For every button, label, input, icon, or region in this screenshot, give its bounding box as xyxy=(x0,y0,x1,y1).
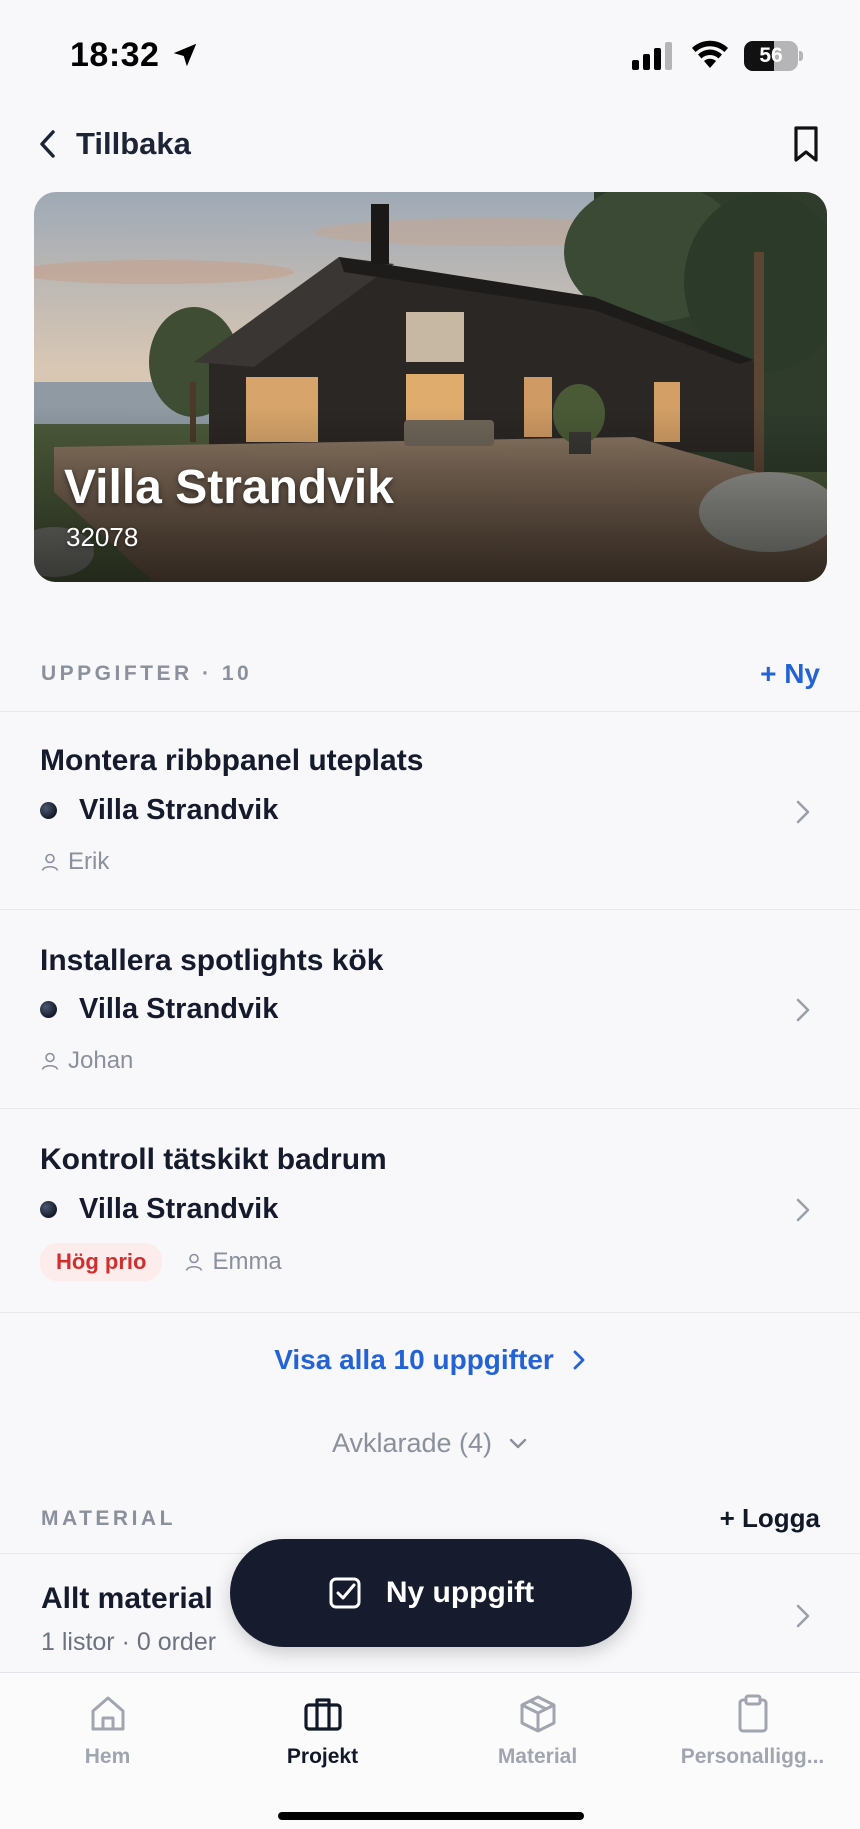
chevron-right-icon xyxy=(796,998,810,1022)
battery-indicator: 56 xyxy=(744,41,803,71)
task-assignee: Johan xyxy=(68,1047,134,1074)
task-assignee: Emma xyxy=(212,1248,282,1275)
project-dot-icon xyxy=(40,1201,57,1218)
tab-projekt[interactable]: Projekt xyxy=(215,1693,430,1769)
location-arrow-icon xyxy=(173,43,197,67)
chevron-right-icon xyxy=(796,800,810,824)
person-icon xyxy=(186,1253,203,1271)
tab-hem[interactable]: Hem xyxy=(0,1693,215,1769)
project-title: Villa Strandvik xyxy=(64,461,394,514)
tab-personalligg[interactable]: Personalligg... xyxy=(645,1693,860,1769)
task-meta: Hög prio Emma xyxy=(40,1243,282,1281)
chevron-right-icon xyxy=(796,1604,810,1628)
status-bar: 18:32 56 xyxy=(0,0,860,110)
material-row-title: Allt material xyxy=(41,1582,213,1615)
tab-label: Personalligg... xyxy=(680,1745,825,1768)
material-row-subtitle: 1 listor · 0 order xyxy=(41,1628,217,1656)
tab-label: Projekt xyxy=(286,1745,359,1768)
tab-label: Hem xyxy=(84,1745,131,1768)
clipboard-icon xyxy=(738,1694,767,1733)
project-hero-image: Villa Strandvik 32078 xyxy=(34,192,827,582)
task-project: Villa Strandvik xyxy=(40,993,278,1026)
tab-material[interactable]: Material xyxy=(430,1693,645,1769)
task-title: Kontroll tätskikt badrum xyxy=(40,1143,387,1176)
task-project-label: Villa Strandvik xyxy=(79,1193,279,1225)
task-project: Villa Strandvik xyxy=(40,794,278,827)
battery-percent: 56 xyxy=(759,44,783,67)
project-dot-icon xyxy=(40,802,57,819)
material-section-label: MATERIAL xyxy=(41,1507,176,1530)
task-project-label: Villa Strandvik xyxy=(79,993,279,1025)
task-assignee: Erik xyxy=(68,848,110,875)
back-button[interactable]: Tillbaka xyxy=(34,122,191,166)
task-title: Montera ribbpanel uteplats xyxy=(40,744,424,777)
status-time: 18:32 xyxy=(70,36,160,74)
person-icon xyxy=(41,853,59,871)
task-title: Installera spotlights kök xyxy=(40,944,384,977)
back-label: Tillbaka xyxy=(76,126,191,161)
bookmark-icon[interactable] xyxy=(788,124,824,164)
task-row[interactable]: Kontroll tätskikt badrum Villa Strandvik… xyxy=(0,1109,860,1312)
log-material-link[interactable]: + Logga xyxy=(720,1503,820,1534)
checkbox-icon xyxy=(329,1577,361,1609)
house-photo xyxy=(34,192,827,582)
project-dot-icon xyxy=(40,1001,57,1018)
chevron-right-icon xyxy=(796,1198,810,1222)
completed-toggle[interactable]: Avklarade (4) xyxy=(0,1428,860,1459)
tasks-section-label: UPPGIFTER · 10 xyxy=(41,662,253,685)
divider xyxy=(0,1312,860,1313)
new-task-button[interactable]: Ny uppgift xyxy=(230,1539,632,1647)
task-project-label: Villa Strandvik xyxy=(79,794,279,826)
completed-label: Avklarade (4) xyxy=(331,1428,493,1458)
box-icon xyxy=(520,1695,555,1733)
task-meta: Johan xyxy=(40,1047,133,1075)
priority-badge: Hög prio xyxy=(40,1243,163,1281)
chevron-right-icon xyxy=(573,1350,585,1370)
task-meta: Erik xyxy=(40,848,109,876)
home-icon xyxy=(91,1696,124,1731)
new-task-link[interactable]: + Ny xyxy=(760,658,820,690)
project-number: 32078 xyxy=(66,522,139,552)
show-all-label: Visa alla 10 uppgifter xyxy=(274,1344,554,1375)
chevron-left-icon xyxy=(40,130,55,158)
wifi-icon xyxy=(692,40,728,68)
home-indicator xyxy=(278,1812,584,1820)
new-task-button-label: Ny uppgift xyxy=(385,1576,535,1609)
tab-bar: Hem Projekt Material Personalligg... xyxy=(0,1672,860,1829)
chevron-down-icon xyxy=(509,1438,527,1448)
briefcase-icon xyxy=(303,1698,342,1731)
tab-label: Material xyxy=(497,1745,578,1768)
person-icon xyxy=(41,1052,59,1070)
task-row[interactable]: Installera spotlights kök Villa Strandvi… xyxy=(0,910,860,1108)
task-project: Villa Strandvik xyxy=(40,1193,278,1226)
tasks-section-header: UPPGIFTER · 10 + Ny xyxy=(0,652,860,702)
show-all-tasks-link[interactable]: Visa alla 10 uppgifter xyxy=(0,1344,860,1376)
cellular-signal-icon xyxy=(632,42,672,70)
task-row[interactable]: Montera ribbpanel uteplats Villa Strandv… xyxy=(0,712,860,909)
